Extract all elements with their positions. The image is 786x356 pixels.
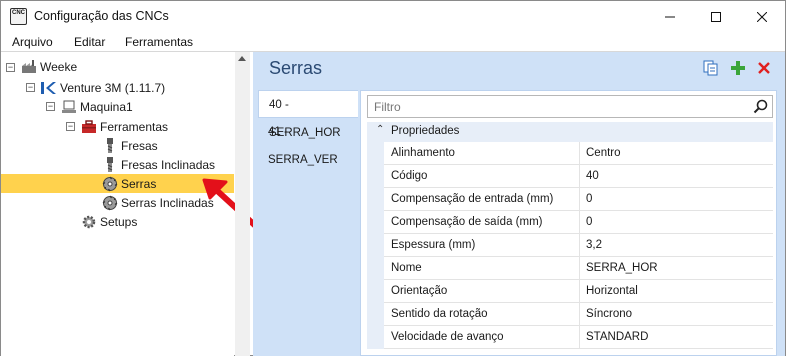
- property-name: Compensação de saída (mm): [384, 211, 580, 234]
- row-gutter: [367, 326, 384, 349]
- row-gutter: [367, 211, 384, 234]
- row-gutter: [367, 234, 384, 257]
- tree-label: Ferramentas: [100, 119, 169, 134]
- minimize-button[interactable]: [647, 1, 693, 32]
- property-name: Compensação de entrada (mm): [384, 188, 580, 211]
- plus-icon: [731, 61, 745, 75]
- gear-icon: [81, 214, 97, 230]
- window-title: Configuração das CNCs: [34, 9, 169, 23]
- drill-bit-icon: [102, 156, 118, 173]
- toolbox-icon: [81, 119, 97, 135]
- tree-node-fresas[interactable]: Fresas: [102, 136, 158, 155]
- property-value[interactable]: 0: [580, 188, 773, 211]
- tree-label: Venture 3M (1.11.7): [60, 80, 166, 95]
- chevron-up-icon[interactable]: ⌃: [376, 124, 384, 135]
- copy-icon: [703, 60, 718, 76]
- category-row[interactable]: ⌃ Propriedades: [367, 122, 773, 142]
- maximize-button[interactable]: [693, 1, 739, 32]
- tree-label: Setups: [100, 214, 138, 229]
- row-gutter: [367, 257, 384, 280]
- row-gutter: [367, 303, 384, 326]
- saw-list: 40 - SERRA_HOR 41 - SERRA_VER: [258, 88, 358, 356]
- tree-node-weeke[interactable]: Weeke: [21, 57, 77, 76]
- machine-logo-icon: [41, 80, 57, 96]
- menu-arquivo[interactable]: Arquivo: [12, 35, 53, 49]
- collapse-toggle[interactable]: −: [46, 102, 55, 111]
- property-value[interactable]: 0: [580, 211, 773, 234]
- property-value[interactable]: STANDARD: [580, 326, 773, 349]
- filter-input[interactable]: Filtro: [367, 95, 773, 118]
- property-value[interactable]: 3,2: [580, 234, 773, 257]
- tree-node-maquina1[interactable]: Maquina1: [61, 97, 133, 116]
- tree-scrollbar[interactable]: [235, 52, 250, 356]
- property-name: Nome: [384, 257, 580, 280]
- row-gutter: [367, 165, 384, 188]
- drill-bit-icon: [102, 137, 118, 154]
- property-value[interactable]: SERRA_HOR: [580, 257, 773, 280]
- menu-ferramentas[interactable]: Ferramentas: [125, 35, 193, 49]
- tree-label: Serras: [121, 176, 157, 191]
- tree-label: Weeke: [40, 59, 78, 74]
- saw-blade-icon: [102, 195, 118, 211]
- tree-node-setups[interactable]: Setups: [81, 212, 137, 231]
- property-name: Orientação: [384, 280, 580, 303]
- property-row[interactable]: Orientação Horizontal: [367, 280, 773, 303]
- property-row[interactable]: Compensação de saída (mm) 0: [367, 211, 773, 234]
- minimize-icon: [665, 16, 675, 17]
- maximize-icon: [711, 11, 721, 22]
- factory-icon: [21, 59, 37, 75]
- property-name: Código: [384, 165, 580, 188]
- list-item[interactable]: 40 - SERRA_HOR: [258, 90, 358, 139]
- property-value[interactable]: Horizontal: [580, 280, 773, 303]
- collapse-toggle[interactable]: −: [26, 83, 35, 92]
- close-button[interactable]: [739, 1, 785, 32]
- tree-label: Fresas Inclinadas: [121, 157, 216, 172]
- property-row[interactable]: Velocidade de avanço STANDARD: [367, 326, 773, 349]
- app-cnc-icon: CNC: [10, 8, 27, 25]
- property-name: Espessura (mm): [384, 234, 580, 257]
- property-name: Velocidade de avanço: [384, 326, 580, 349]
- panel-title: Serras: [269, 58, 323, 78]
- row-gutter: [367, 188, 384, 211]
- copy-button[interactable]: [703, 60, 719, 76]
- property-value[interactable]: Síncrono: [580, 303, 773, 326]
- property-row[interactable]: Código 40: [367, 165, 773, 188]
- property-row[interactable]: Espessura (mm) 3,2: [367, 234, 773, 257]
- list-item[interactable]: 41 - SERRA_VER: [258, 118, 358, 166]
- row-gutter: [367, 142, 384, 165]
- app-window: CNC Configuração das CNCs Arquivo Editar…: [0, 0, 786, 356]
- property-name: Sentido da rotação: [384, 303, 580, 326]
- property-grid: Filtro ⌃ Propriedades Alinhamento Centro …: [360, 90, 777, 356]
- tree-label: Fresas: [121, 138, 158, 153]
- details-panel: Serras 40 - SERRA_HOR 41 - SERRA_VER Fil…: [253, 52, 785, 356]
- property-name: Alinhamento: [384, 142, 580, 165]
- property-row[interactable]: Alinhamento Centro: [367, 142, 773, 165]
- menu-editar[interactable]: Editar: [74, 35, 105, 49]
- machine-tree: − Weeke − Venture 3M (1.11.7) − Maquina1…: [1, 52, 263, 356]
- computer-icon: [61, 99, 77, 115]
- collapse-toggle[interactable]: −: [6, 63, 15, 72]
- category-label: Propriedades: [391, 125, 460, 137]
- collapse-toggle[interactable]: −: [66, 122, 75, 131]
- delete-x-icon: [758, 62, 770, 74]
- add-button[interactable]: [730, 60, 746, 76]
- delete-button[interactable]: [756, 60, 772, 76]
- filter-placeholder: Filtro: [374, 100, 401, 114]
- property-row[interactable]: Compensação de entrada (mm) 0: [367, 188, 773, 211]
- property-value[interactable]: 40: [580, 165, 773, 188]
- property-row[interactable]: Sentido da rotação Síncrono: [367, 303, 773, 326]
- property-value[interactable]: Centro: [580, 142, 773, 165]
- close-icon: [757, 11, 767, 22]
- tree-node-venture[interactable]: Venture 3M (1.11.7): [41, 78, 165, 97]
- scroll-up-arrow-icon[interactable]: [238, 56, 246, 61]
- property-row[interactable]: Nome SERRA_HOR: [367, 257, 773, 280]
- tree-label: Maquina1: [80, 99, 133, 114]
- search-icon[interactable]: [753, 99, 768, 114]
- saw-blade-icon: [102, 176, 118, 192]
- title-bar: CNC Configuração das CNCs: [1, 1, 785, 32]
- row-gutter: [367, 280, 384, 303]
- menu-bar: Arquivo Editar Ferramentas: [1, 32, 785, 52]
- tree-node-ferramentas[interactable]: Ferramentas: [81, 117, 168, 136]
